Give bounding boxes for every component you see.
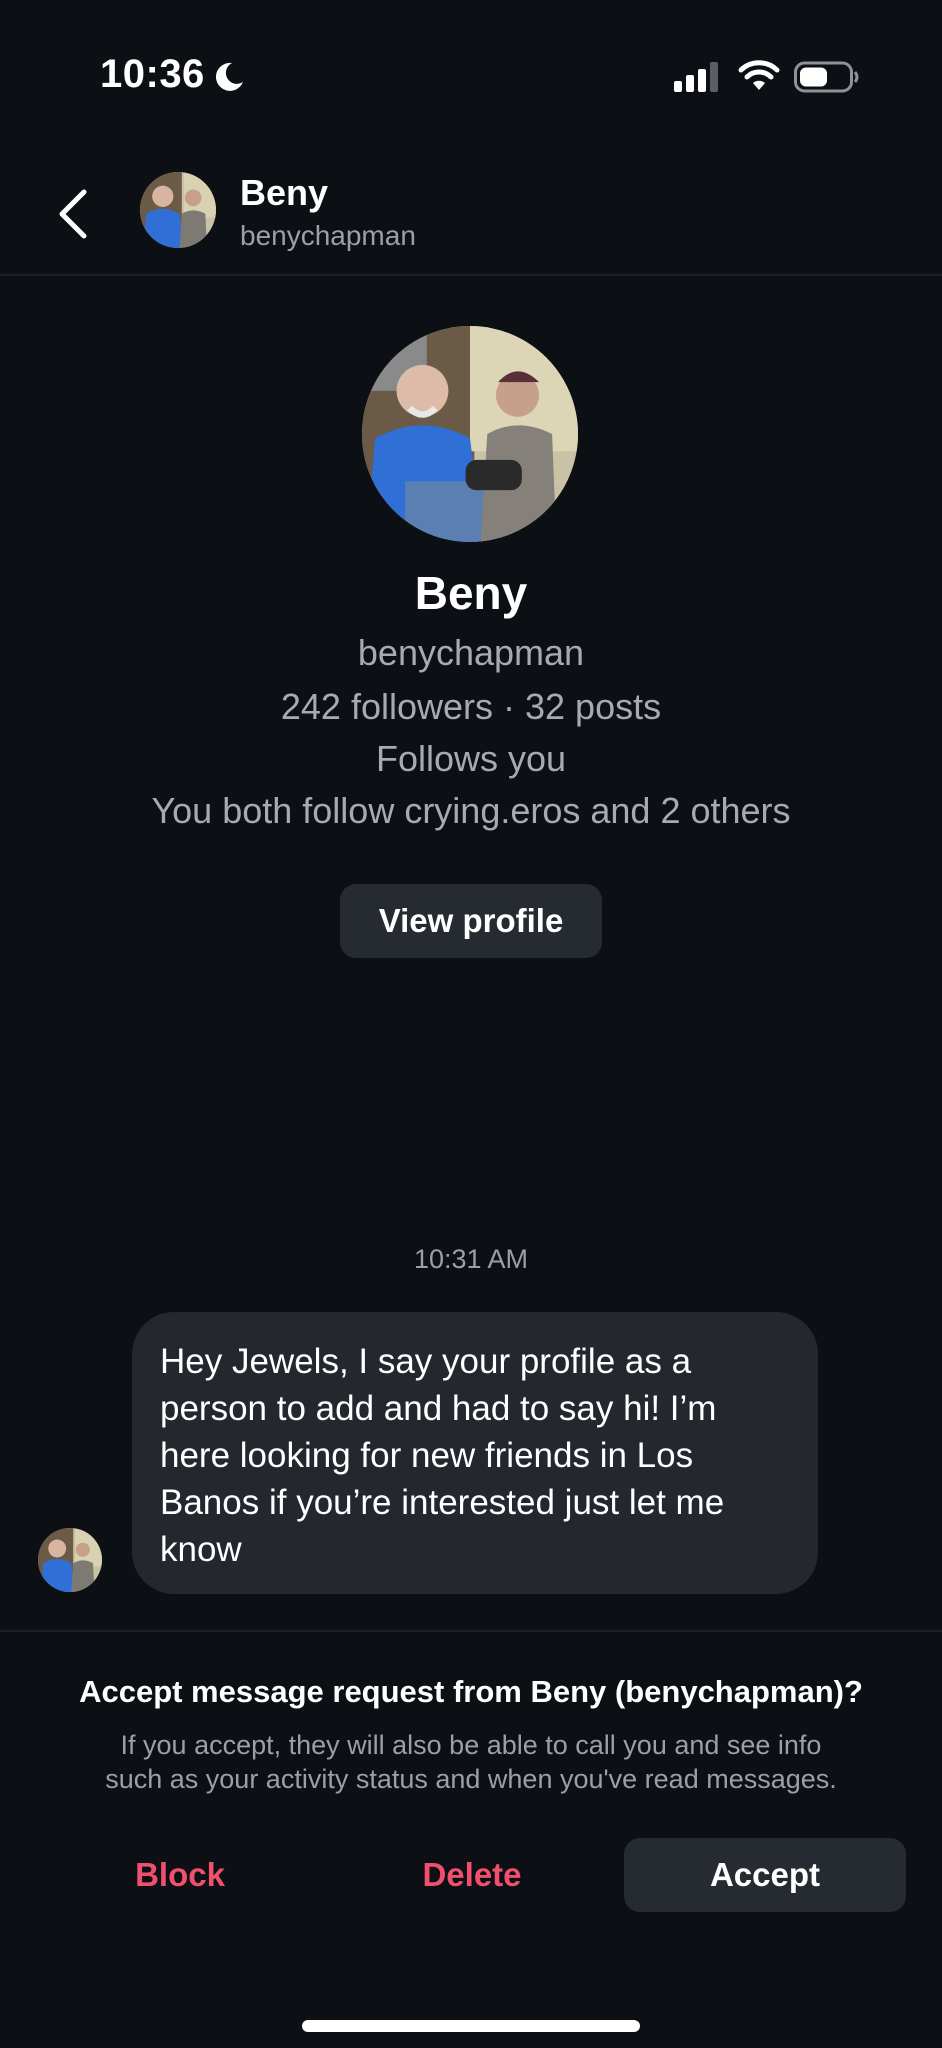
delete-button[interactable]: Delete <box>352 1838 592 1912</box>
message-bubble[interactable]: Hey Jewels, I say your profile as a pers… <box>132 1312 818 1594</box>
follows-you-label: Follows you <box>375 738 567 779</box>
header-username: benychapman <box>240 220 416 251</box>
message-text-line: Hey Jewels, I say your profile as a <box>160 1342 692 1381</box>
moon-icon <box>215 62 243 91</box>
block-button[interactable]: Block <box>60 1838 300 1912</box>
home-indicator[interactable] <box>302 2020 640 2032</box>
request-description: If you accept, they will also be able to… <box>0 1728 942 1796</box>
view-profile-button[interactable]: View profile <box>340 884 602 958</box>
avatar-photo <box>38 1528 102 1592</box>
wifi-icon <box>738 60 780 90</box>
profile-avatar[interactable] <box>362 326 578 542</box>
request-description-line: If you accept, they will also be able to… <box>120 1730 822 1760</box>
status-bar: 10:36 <box>0 0 942 150</box>
chevron-left-icon[interactable] <box>54 184 94 244</box>
request-description-line: such as your activity status and when yo… <box>105 1764 837 1794</box>
message-request-panel: Accept message request from Beny (benych… <box>0 1630 942 2048</box>
accept-button[interactable]: Accept <box>624 1838 906 1912</box>
message-timestamp: 10:31 AM <box>413 1244 529 1274</box>
avatar-photo <box>140 172 216 248</box>
signal-icon <box>674 62 718 92</box>
profile-stats: 242 followers · 32 posts <box>280 686 662 727</box>
header-name[interactable]: Beny <box>240 172 328 214</box>
avatar-photo <box>362 326 578 542</box>
message-text-line: Banos if you’re interested just let me <box>160 1483 725 1522</box>
message-text-line: here looking for new friends in Los <box>160 1436 694 1475</box>
message-sender-avatar[interactable] <box>38 1528 102 1592</box>
profile-name: Beny <box>414 567 528 619</box>
battery-icon <box>794 61 859 93</box>
header-avatar[interactable] <box>140 172 216 248</box>
message-text-line: person to add and had to say hi! I’m <box>160 1389 717 1428</box>
chat-header: Beny benychapman <box>0 150 942 276</box>
status-time: 10:36 <box>100 52 205 96</box>
message-text-line: know <box>160 1530 242 1569</box>
mutual-followers: You both follow crying.eros and 2 others <box>151 790 791 831</box>
request-title: Accept message request from Beny (benych… <box>79 1674 863 1709</box>
profile-username: benychapman <box>357 632 585 673</box>
